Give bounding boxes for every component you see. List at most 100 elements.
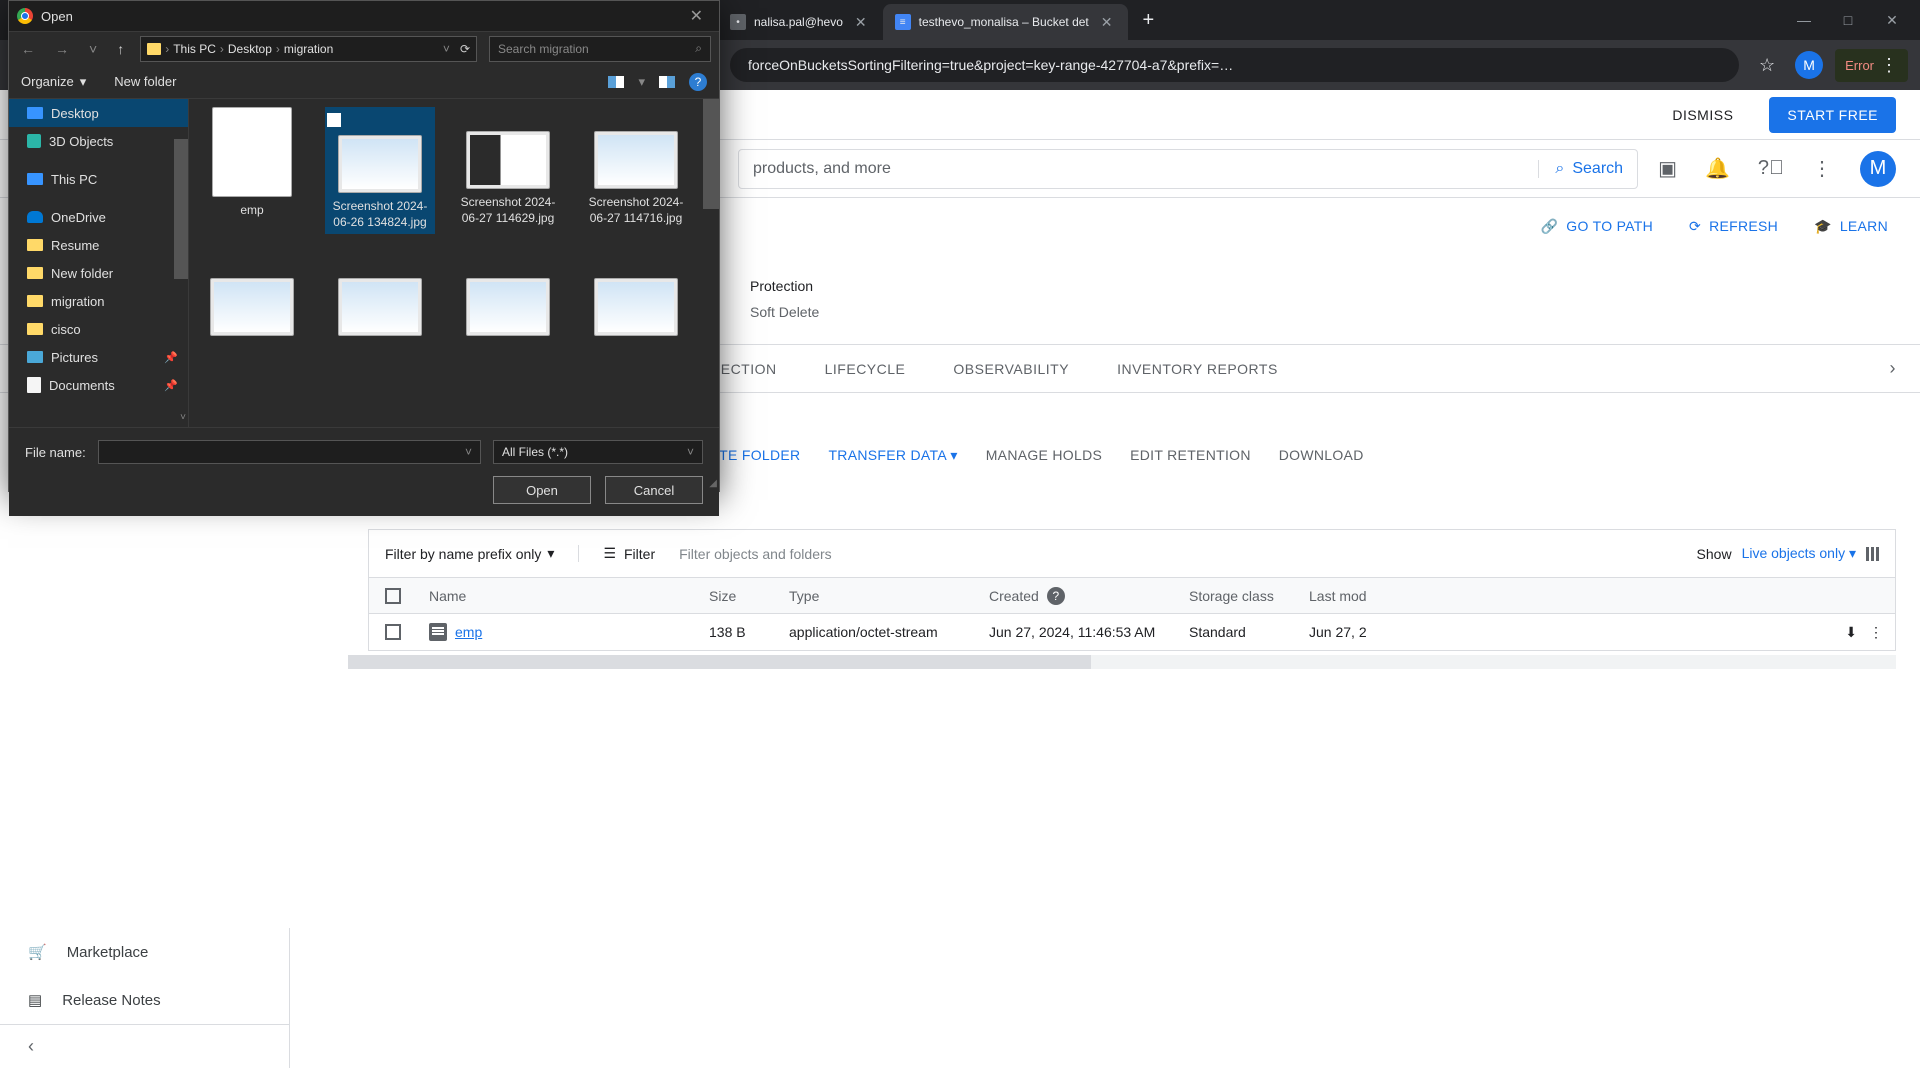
file-label: Screenshot 2024-06-27 114716.jpg xyxy=(581,195,691,226)
sidebar-item-release-notes[interactable]: ▤ Release Notes xyxy=(0,976,289,1024)
download-icon[interactable]: ⬇ xyxy=(1845,624,1857,641)
search-input[interactable]: products, and more ⌕ Search xyxy=(738,149,1638,189)
resize-handle[interactable]: ◢ xyxy=(709,478,717,489)
start-free-button[interactable]: START FREE xyxy=(1769,97,1896,133)
object-link[interactable]: emp xyxy=(455,624,482,640)
refresh-button[interactable]: ⟳ REFRESH xyxy=(1689,218,1778,235)
filter-button[interactable]: ☰ Filter xyxy=(578,545,655,562)
filter-input[interactable]: Filter objects and folders xyxy=(679,546,1672,562)
live-objects-dropdown[interactable]: Live objects only ▾ xyxy=(1742,545,1856,562)
preview-icon[interactable] xyxy=(659,76,675,88)
learn-button[interactable]: 🎓 LEARN xyxy=(1814,218,1888,235)
edit-retention-button[interactable]: EDIT RETENTION xyxy=(1130,447,1251,463)
go-to-path-button[interactable]: 🔗 GO TO PATH xyxy=(1541,218,1654,235)
profile-avatar[interactable]: M xyxy=(1795,51,1823,79)
notifications-icon[interactable]: 🔔 xyxy=(1705,156,1730,181)
protection-heading: Protection xyxy=(750,278,1920,294)
chevron-down-icon[interactable]: ˅ xyxy=(443,42,450,56)
tree-item[interactable]: cisco xyxy=(9,315,188,343)
tree-item[interactable]: Desktop xyxy=(9,99,188,127)
file-name-input[interactable]: ˅ xyxy=(98,440,481,464)
pin-icon[interactable]: 📌 xyxy=(164,351,178,364)
file-grid[interactable]: empScreenshot 2024-06-26 134824.jpgScree… xyxy=(189,99,719,427)
tree-item[interactable]: Documents📌 xyxy=(9,371,188,399)
chevron-down-icon[interactable]: ▾ xyxy=(638,74,645,90)
cloud-shell-icon[interactable]: ▣ xyxy=(1658,156,1677,181)
transfer-data-button[interactable]: TRANSFER DATA ▾ xyxy=(828,447,957,464)
browser-tab[interactable]: • nalisa.pal@hevo ✕ xyxy=(718,4,883,40)
path-bar[interactable]: › This PC › Desktop › migration ˅ ⟳ xyxy=(140,36,477,62)
new-tab-button[interactable]: + xyxy=(1128,9,1168,32)
kebab-icon[interactable]: ⋮ xyxy=(1880,55,1898,76)
up-button[interactable]: ↑ xyxy=(113,41,128,57)
window-maximize[interactable]: □ xyxy=(1840,12,1856,29)
file-item[interactable]: Screenshot 2024-06-27 114716.jpg xyxy=(581,107,691,234)
url-field[interactable]: forceOnBucketsSortingFiltering=true&proj… xyxy=(730,48,1739,82)
error-indicator[interactable]: Error ⋮ xyxy=(1835,49,1908,82)
folder-tree[interactable]: Desktop3D Objects This PC OneDriveResumeNe… xyxy=(9,99,189,427)
help-icon[interactable]: ?⃝ xyxy=(1758,157,1784,180)
window-minimize[interactable]: — xyxy=(1796,12,1812,29)
close-icon[interactable]: ✕ xyxy=(851,14,871,31)
view-icon[interactable] xyxy=(608,76,624,88)
sidebar-collapse[interactable]: ‹ xyxy=(0,1024,289,1068)
file-item[interactable]: Screenshot 2024-06-27 114629.jpg xyxy=(453,107,563,234)
file-item[interactable]: emp xyxy=(197,107,307,234)
tree-item[interactable]: New folder xyxy=(9,259,188,287)
help-icon[interactable]: ? xyxy=(689,73,707,91)
window-close[interactable]: ✕ xyxy=(1884,12,1900,29)
chevron-right-icon[interactable]: › xyxy=(1890,358,1897,379)
filter-prefix-dropdown[interactable]: Filter by name prefix only ▾ xyxy=(385,545,554,562)
sidebar-item-marketplace[interactable]: 🛒 Marketplace xyxy=(0,928,289,976)
file-thumbnail xyxy=(212,107,292,197)
file-item[interactable]: Screenshot 2024-06-26 134824.jpg xyxy=(325,107,435,234)
pin-icon[interactable]: 📌 xyxy=(164,379,178,392)
organize-menu[interactable]: Organize ▾ xyxy=(21,74,86,90)
search-input[interactable]: Search migration ⌕ xyxy=(489,36,711,62)
tree-item[interactable]: migration xyxy=(9,287,188,315)
columns-icon[interactable] xyxy=(1866,547,1879,561)
forward-button[interactable]: → xyxy=(51,41,73,57)
pc-icon xyxy=(27,107,43,119)
file-item[interactable] xyxy=(581,254,691,342)
tree-item[interactable]: OneDrive xyxy=(9,203,188,231)
tree-item[interactable]: This PC xyxy=(9,165,188,193)
account-avatar[interactable]: M xyxy=(1860,151,1896,187)
select-all-checkbox[interactable] xyxy=(385,588,401,604)
horizontal-scrollbar[interactable] xyxy=(348,655,1896,669)
chevron-down-icon[interactable]: ˅ xyxy=(85,41,101,57)
dismiss-button[interactable]: DISMISS xyxy=(1660,99,1745,131)
refresh-icon[interactable]: ⟳ xyxy=(460,42,470,56)
table-row[interactable]: emp 138 B application/octet-stream Jun 2… xyxy=(369,614,1895,650)
chevron-down-icon[interactable]: ˅ xyxy=(687,445,694,459)
new-folder-button[interactable]: New folder xyxy=(114,74,176,89)
file-item[interactable] xyxy=(453,254,563,342)
tab-item[interactable]: INVENTORY REPORTS xyxy=(1117,361,1278,377)
file-item[interactable] xyxy=(325,254,435,342)
back-button[interactable]: ← xyxy=(17,41,39,57)
chevron-down-icon[interactable]: ˅ xyxy=(180,412,186,423)
close-icon[interactable]: ✕ xyxy=(682,6,711,26)
tab-item[interactable]: OBSERVABILITY xyxy=(953,361,1069,377)
help-icon[interactable]: ? xyxy=(1047,587,1065,605)
file-item[interactable] xyxy=(197,254,307,342)
tab-item[interactable]: LIFECYCLE xyxy=(825,361,906,377)
close-icon[interactable]: ✕ xyxy=(1097,14,1117,31)
kebab-icon[interactable]: ⋮ xyxy=(1869,624,1883,641)
file-type-dropdown[interactable]: All Files (*.*) ˅ xyxy=(493,440,703,464)
chevron-down-icon[interactable]: ˅ xyxy=(465,445,472,459)
cancel-button[interactable]: Cancel xyxy=(605,476,703,504)
scrollbar-thumb[interactable] xyxy=(703,99,719,209)
kebab-icon[interactable]: ⋮ xyxy=(1812,156,1832,181)
tree-item[interactable]: Pictures📌 xyxy=(9,343,188,371)
open-button[interactable]: Open xyxy=(493,476,591,504)
scrollbar-thumb[interactable] xyxy=(174,139,188,279)
search-button[interactable]: ⌕ Search xyxy=(1538,160,1623,178)
star-icon[interactable]: ☆ xyxy=(1751,55,1783,76)
download-button[interactable]: DOWNLOAD xyxy=(1279,447,1364,463)
manage-holds-button[interactable]: MANAGE HOLDS xyxy=(986,447,1102,463)
tree-item[interactable]: Resume xyxy=(9,231,188,259)
tree-item[interactable]: 3D Objects xyxy=(9,127,188,155)
row-checkbox[interactable] xyxy=(385,624,401,640)
browser-tab[interactable]: ≡ testhevo_monalisa – Bucket det ✕ xyxy=(883,4,1129,40)
